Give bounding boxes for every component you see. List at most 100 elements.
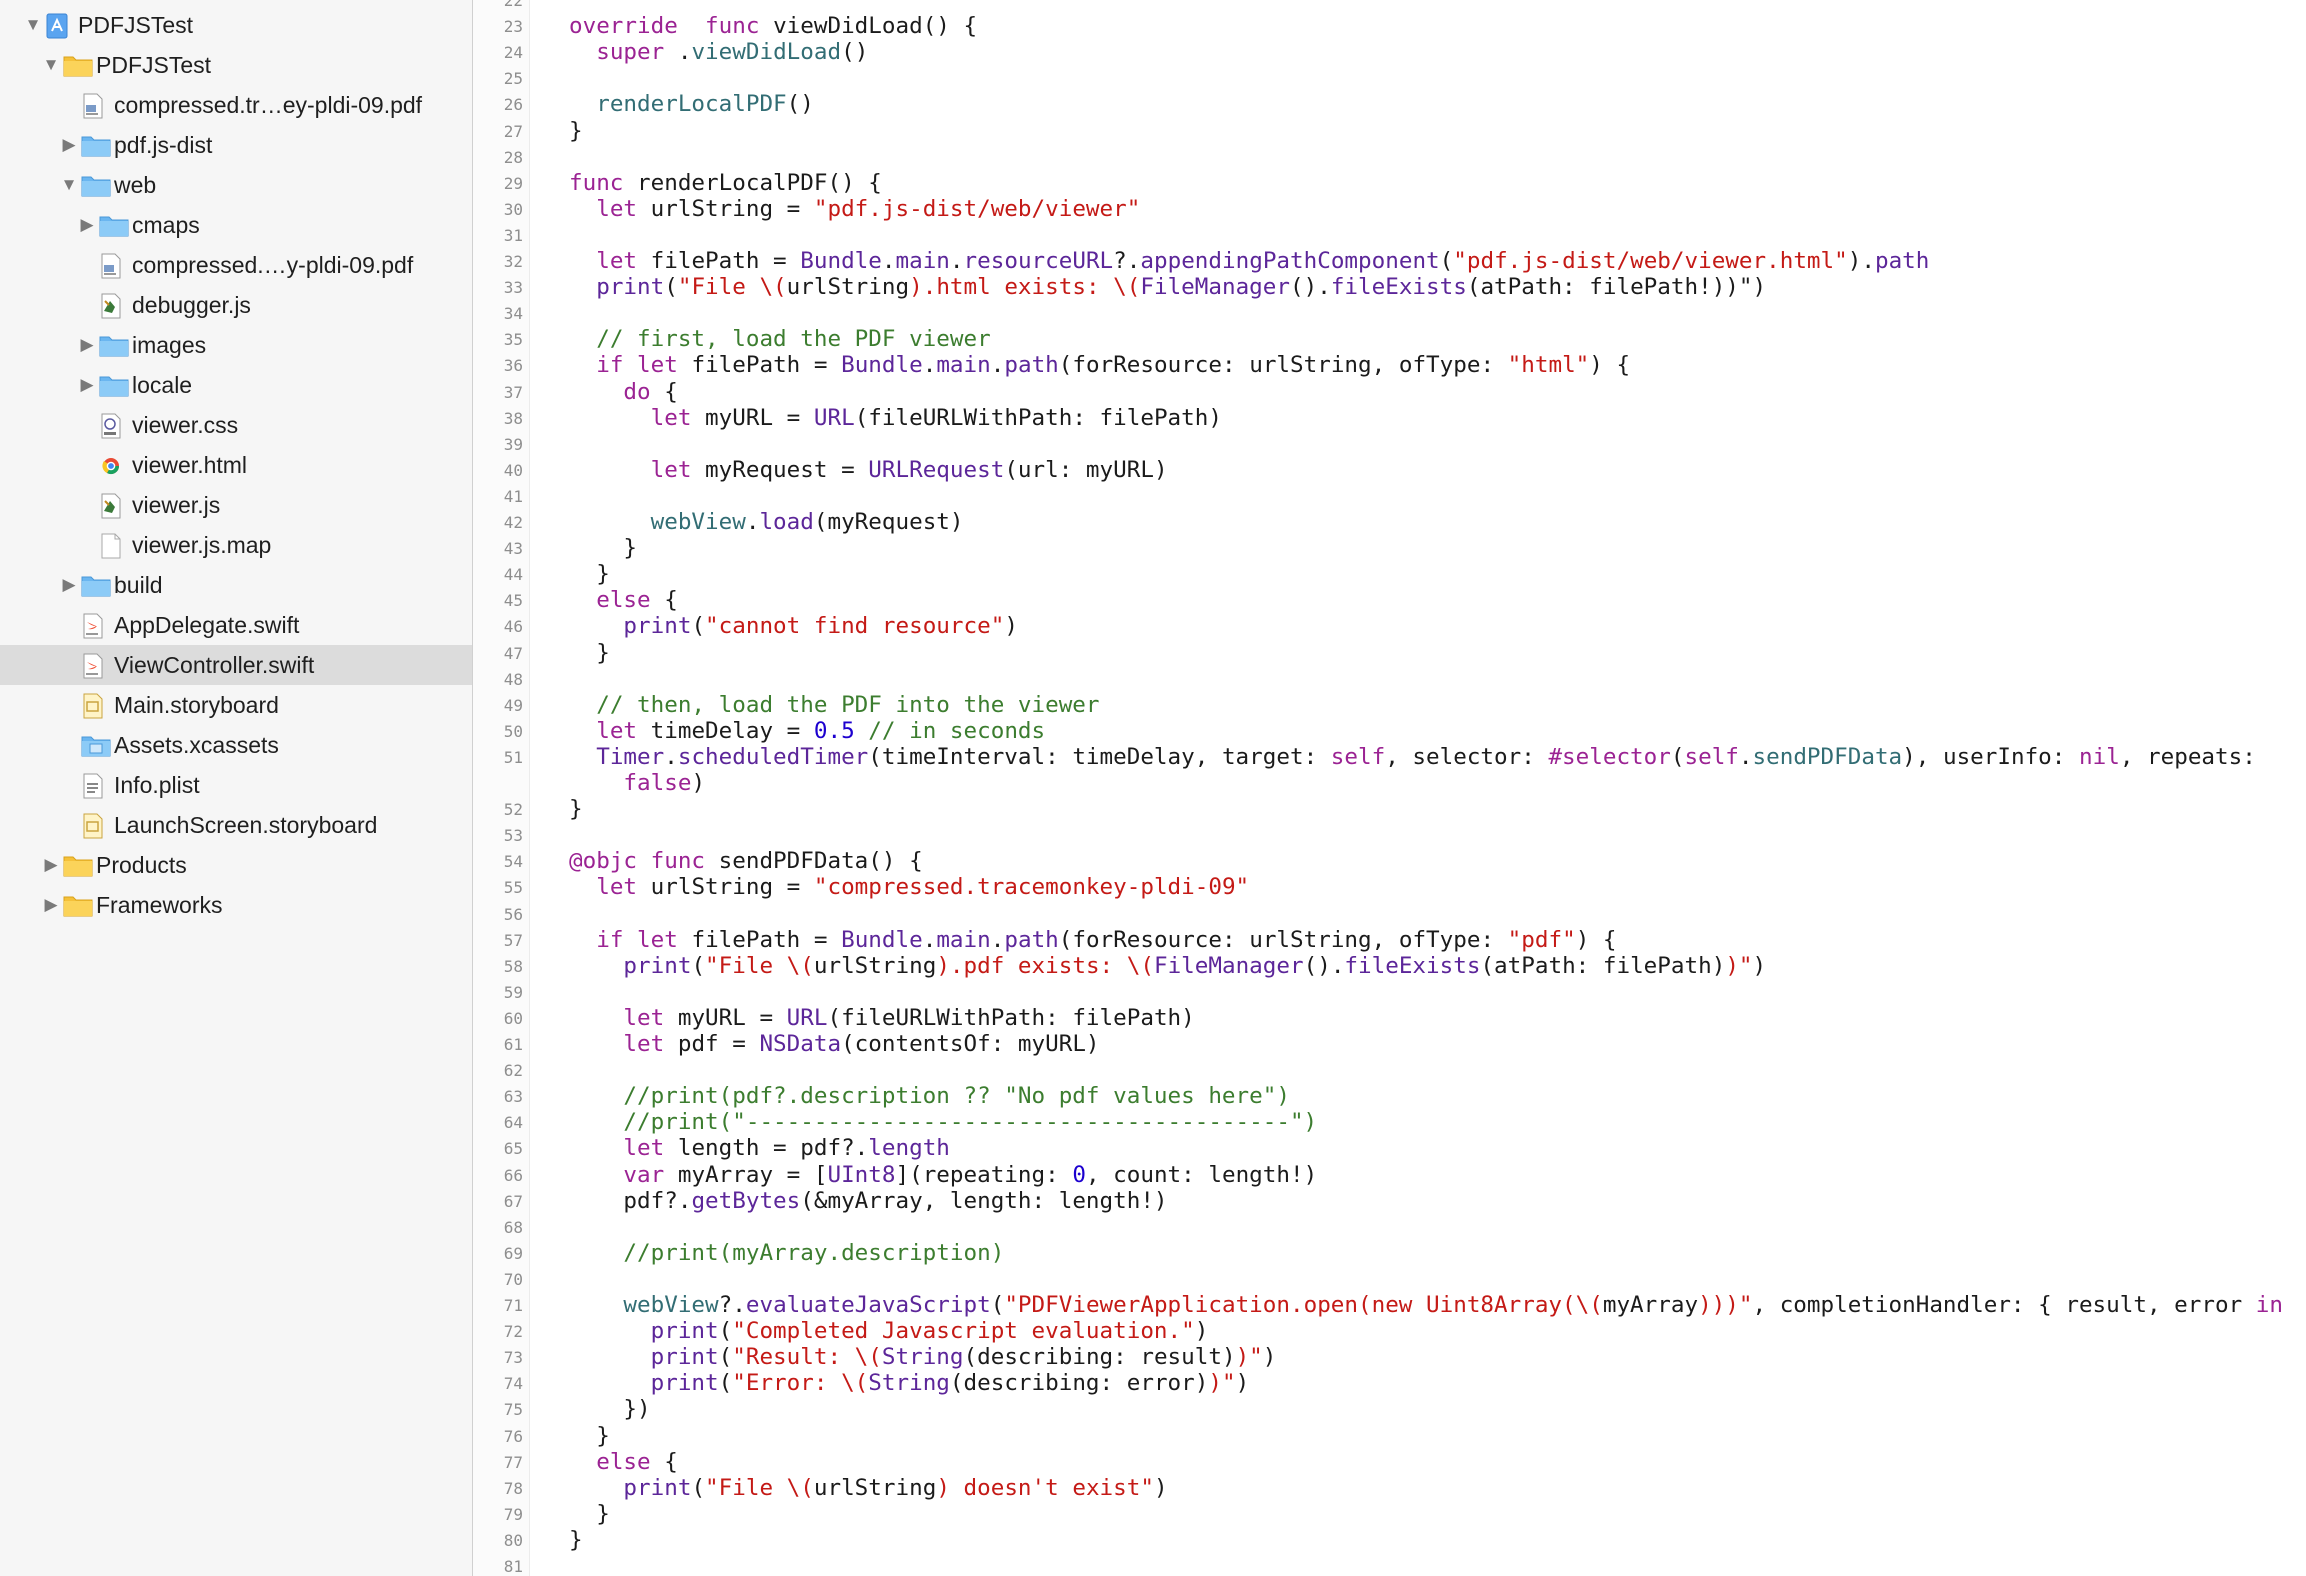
code-line[interactable]: } — [569, 1423, 610, 1449]
code-line[interactable]: } — [569, 118, 583, 144]
code-line[interactable]: var myArray = [UInt8](repeating: 0, coun… — [569, 1162, 1317, 1188]
line-number: 24 — [503, 43, 523, 63]
code-line[interactable]: let myURL = URL(fileURLWithPath: filePat… — [569, 405, 1222, 431]
code-line[interactable]: let length = pdf?.length — [569, 1135, 949, 1161]
navigator-item-file-compressed-pdf[interactable]: compressed.tr…ey-pldi-09.pdf — [0, 85, 472, 125]
code-line[interactable]: } — [569, 796, 583, 822]
code-line[interactable]: let pdf = NSData(contentsOf: myURL) — [569, 1031, 1099, 1057]
code-line[interactable]: }) — [569, 1396, 650, 1422]
line-number: 70 — [503, 1269, 523, 1289]
line-number: 72 — [503, 1322, 523, 1342]
line-number: 23 — [503, 17, 523, 37]
code-line[interactable]: // then, load the PDF into the viewer — [569, 692, 1099, 718]
disclosure-closed-icon[interactable]: ▶ — [59, 565, 79, 605]
code-line[interactable]: // first, load the PDF viewer — [569, 326, 990, 352]
navigator-item-folder-web[interactable]: ▼ web — [0, 165, 472, 205]
disclosure-closed-icon[interactable]: ▶ — [41, 845, 61, 885]
code-line[interactable]: @objc func sendPDFData() { — [569, 848, 923, 874]
code-token: Bundle — [841, 352, 923, 379]
navigator-item-file-viewer-css[interactable]: viewer.css — [0, 405, 472, 445]
code-line[interactable]: super .viewDidLoad() — [569, 39, 868, 65]
navigator-item-file-viewer-js-map[interactable]: viewer.js.map — [0, 525, 472, 565]
code-line[interactable]: false) — [569, 770, 705, 796]
code-token: URL — [813, 404, 855, 431]
code-token: print — [596, 274, 665, 301]
code-line[interactable]: webView.load(myRequest) — [569, 509, 964, 535]
code-line[interactable]: } — [569, 1501, 610, 1527]
line-number: 79 — [503, 1504, 523, 1524]
disclosure-closed-icon[interactable]: ▶ — [77, 325, 97, 365]
code-line[interactable]: print("Error: \(String(describing: error… — [569, 1370, 1250, 1396]
disclosure-closed-icon[interactable]: ▶ — [41, 885, 61, 925]
code-token: , selector: — [1385, 743, 1549, 770]
navigator-item-file-info-plist[interactable]: Info.plist — [0, 765, 472, 805]
disclosure-closed-icon[interactable]: ▶ — [59, 125, 79, 165]
code-line[interactable]: do { — [569, 379, 677, 405]
code-line[interactable]: webView?.evaluateJavaScript("PDFViewerAp… — [569, 1292, 2283, 1318]
navigator-item-folder-locale[interactable]: ▶ locale — [0, 365, 472, 405]
code-line[interactable]: //print("-------------------------------… — [569, 1109, 1317, 1135]
navigator-item-file-assets[interactable]: Assets.xcassets — [0, 725, 472, 765]
navigator-item-file-appdelegate[interactable]: AppDelegate.swift — [0, 605, 472, 645]
code-line[interactable]: let urlString = "pdf.js-dist/web/viewer" — [569, 196, 1140, 222]
disclosure-closed-icon[interactable]: ▶ — [77, 365, 97, 405]
navigator-item-file-main-storyboard[interactable]: Main.storyboard — [0, 685, 472, 725]
code-line[interactable]: } — [569, 535, 637, 561]
disclosure-closed-icon[interactable]: ▶ — [77, 205, 97, 245]
code-line[interactable]: } — [569, 1527, 583, 1553]
source-editor[interactable]: 22 23 24 25 26 27 28 29 30 31 32 33 34 35 36 37 38 39 40 41… — [473, 0, 2306, 1576]
code-line[interactable]: print("Completed Javascript evaluation."… — [569, 1318, 1209, 1344]
code-line[interactable]: let urlString = "compressed.tracemonkey-… — [569, 874, 1249, 900]
navigator-item-file-debugger-js[interactable]: debugger.js — [0, 285, 472, 325]
code-line[interactable]: print("File \(urlString) doesn't exist") — [569, 1474, 1167, 1501]
disclosure-open-icon[interactable]: ▼ — [59, 165, 79, 205]
navigator-item-group-pdfjstest[interactable]: ▼ PDFJSTest — [0, 45, 472, 85]
navigator-item-folder-build[interactable]: ▶ build — [0, 565, 472, 605]
navigator-item-label: build — [114, 572, 163, 598]
code-line[interactable]: if let filePath = Bundle.main.path(forRe… — [569, 352, 1630, 378]
code-line[interactable]: if let filePath = Bundle.main.path(forRe… — [569, 927, 1616, 953]
code-line[interactable]: let timeDelay = 0.5 // in seconds — [569, 718, 1045, 744]
navigator-item-file-viewer-js[interactable]: viewer.js — [0, 485, 472, 525]
code-line[interactable]: renderLocalPDF() — [569, 91, 814, 117]
code-line[interactable]: let myRequest = URLRequest(url: myURL) — [569, 457, 1168, 483]
code-line[interactable]: pdf?.getBytes(&myArray, length: length!) — [569, 1188, 1167, 1214]
navigator-item-group-frameworks[interactable]: ▶ Frameworks — [0, 885, 472, 925]
file-tree: ▼ PDFJSTest ▼ PDFJSTest compressed.tr…ey-pld… — [0, 5, 472, 925]
code-line[interactable]: func renderLocalPDF() { — [569, 170, 882, 196]
navigator-item-file-web-compressed-pdf[interactable]: compressed.…y-pldi-09.pdf — [0, 245, 472, 285]
code-token: load — [759, 509, 814, 535]
code-token: ](repeating: — [895, 1161, 1073, 1188]
navigator-item-project[interactable]: ▼ PDFJSTest — [0, 5, 472, 45]
navigator-item-file-viewer-html[interactable]: viewer.html — [0, 445, 472, 485]
code-line[interactable]: print("cannot find resource") — [569, 613, 1018, 639]
code-line[interactable]: print("File \(urlString).pdf exists: \(F… — [569, 953, 1766, 979]
navigator-item-file-launchscreen[interactable]: LaunchScreen.storyboard — [0, 805, 472, 845]
disclosure-open-icon[interactable]: ▼ — [23, 5, 43, 45]
code-line[interactable]: //print(myArray.description) — [569, 1240, 1004, 1266]
code-line[interactable]: Timer.scheduledTimer(timeInterval: timeD… — [569, 744, 2256, 770]
code-line[interactable]: else { — [569, 587, 678, 613]
code-line[interactable]: let filePath = Bundle.main.resourceURL?.… — [569, 248, 1929, 274]
disclosure-open-icon[interactable]: ▼ — [41, 45, 61, 85]
code-token: nil — [2079, 743, 2120, 770]
code-line[interactable]: //print(pdf?.description ?? "No pdf valu… — [569, 1083, 1290, 1109]
code-line[interactable]: } — [569, 640, 610, 666]
navigator-item-label: compressed.…y-pldi-09.pdf — [132, 252, 414, 278]
code-line[interactable]: print("Result: \(String(describing: resu… — [569, 1344, 1277, 1370]
navigator-item-group-products[interactable]: ▶ Products — [0, 845, 472, 885]
code-token: "File \( — [705, 1474, 814, 1501]
navigator-item-folder-pdfjs-dist[interactable]: ▶ pdf.js-dist — [0, 125, 472, 165]
code-line[interactable]: else { — [569, 1449, 678, 1475]
navigator-item-folder-images[interactable]: ▶ images — [0, 325, 472, 365]
navigator-item-file-viewcontroller[interactable]: ViewController.swift — [0, 645, 472, 685]
navigator-item-folder-cmaps[interactable]: ▶ cmaps — [0, 205, 472, 245]
code-line[interactable]: print("File \(urlString).html exists: \(… — [569, 274, 1766, 300]
code-token: ), userInfo: — [1902, 743, 2079, 770]
code-line[interactable]: let myURL = URL(fileURLWithPath: filePat… — [569, 1005, 1194, 1031]
code-line[interactable]: } — [569, 561, 610, 587]
code-line[interactable]: override func viewDidLoad() { — [569, 13, 977, 39]
